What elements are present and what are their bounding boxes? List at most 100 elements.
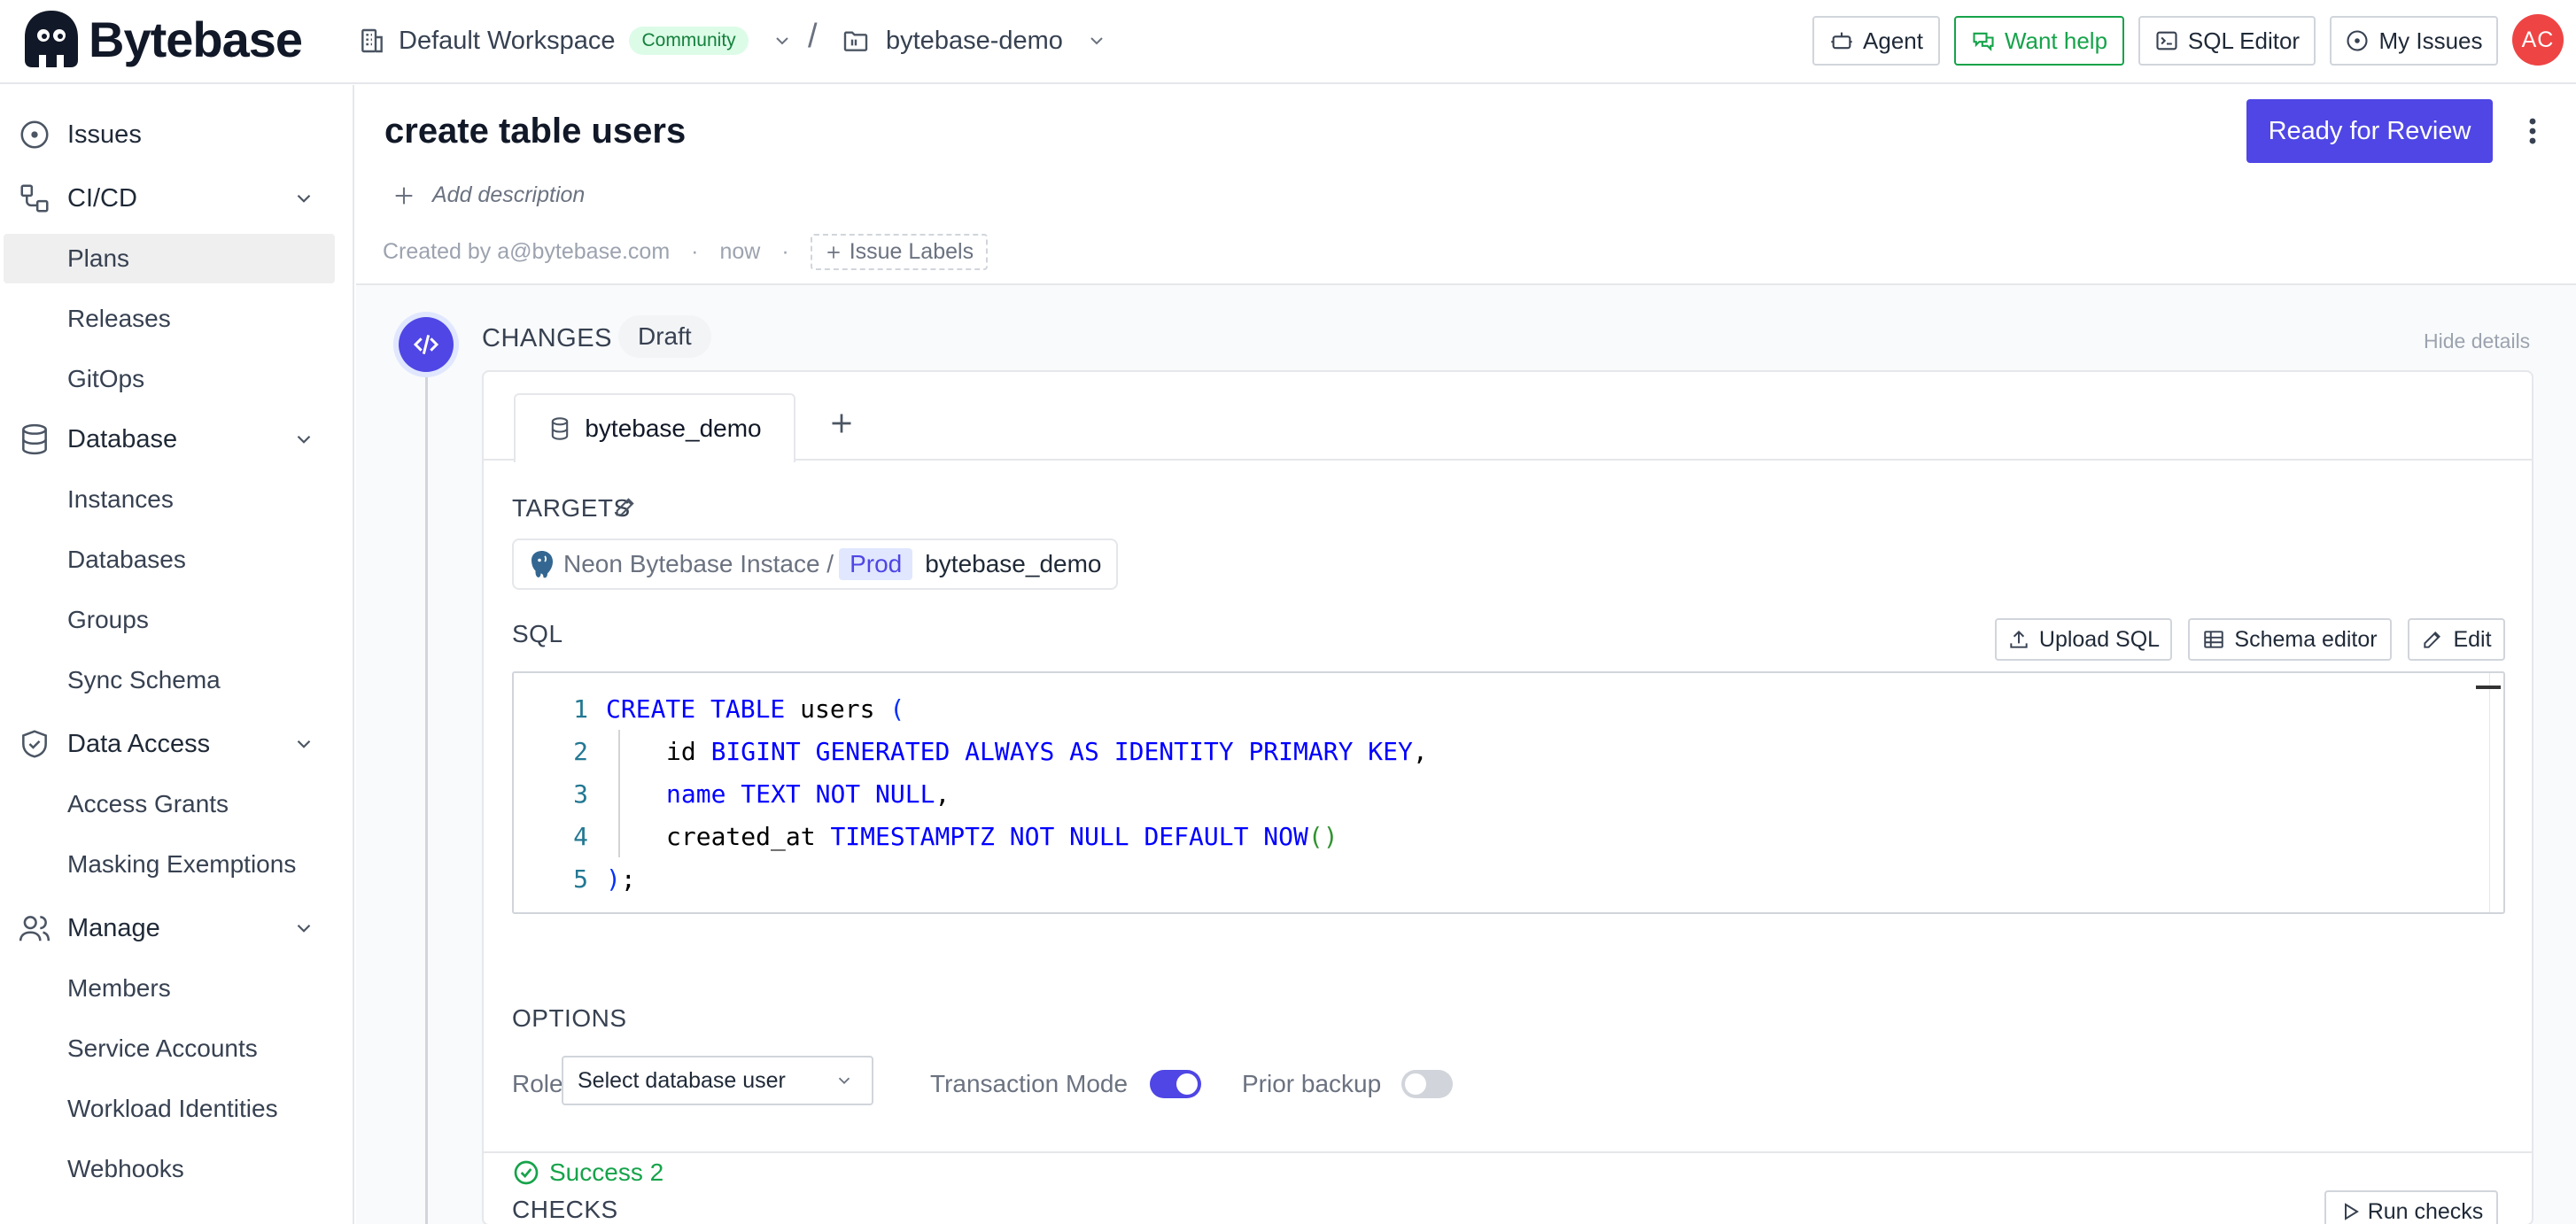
sql-editor-button[interactable]: SQL Editor	[2138, 16, 2316, 66]
code-line: 4 created_at TIMESTAMPTZ NOT NULL DEFAUL…	[514, 815, 2463, 857]
sql-identifier: created_at	[666, 821, 831, 851]
plus-icon[interactable]	[826, 407, 857, 439]
sidebar-item-gitops[interactable]: GitOps	[4, 354, 335, 404]
folder-icon	[843, 31, 868, 51]
sidebar-item-label: GitOps	[67, 365, 145, 392]
postgres-icon	[531, 551, 553, 578]
sidebar-item-workload-identities[interactable]: Workload Identities	[4, 1084, 335, 1134]
checks-heading: CHECKS	[512, 1196, 618, 1223]
sql-punctuation: ()	[1307, 821, 1338, 851]
checks-result-label: Success 2	[549, 1158, 664, 1186]
sql-editor-label: SQL Editor	[2187, 27, 2301, 54]
sql-punctuation: (	[889, 693, 905, 724]
sql-punctuation: ,	[1412, 736, 1428, 766]
tab-bytebase-demo[interactable]: bytebase_demo	[514, 393, 795, 462]
plan-details: CHANGES Draft Hide details bytebase_demo…	[356, 283, 2576, 1224]
spec-tabs: bytebase_demo	[484, 372, 2532, 462]
sidebar-item-groups[interactable]: Groups	[4, 595, 335, 645]
users-icon	[19, 916, 50, 941]
sidebar-item-label: Groups	[67, 606, 149, 633]
hide-details-link[interactable]: Hide details	[2424, 329, 2530, 353]
main-content: create table users Ready for Review Add …	[356, 85, 2576, 1224]
sidebar-item-masking-exemptions[interactable]: Masking Exemptions	[4, 840, 335, 889]
brand-logo[interactable]: Bytebase	[19, 7, 303, 71]
code-content: );	[606, 864, 636, 894]
sidebar-item-label: Masking Exemptions	[67, 850, 297, 878]
sql-identifier: id	[666, 736, 711, 766]
line-number: 3	[573, 779, 588, 809]
sidebar-group-cicd[interactable]: CI/CD	[0, 174, 353, 223]
sidebar-item-access-grants[interactable]: Access Grants	[4, 779, 335, 829]
issue-labels-button[interactable]: Issue Labels	[810, 234, 989, 270]
upload-sql-button[interactable]: Upload SQL	[1995, 618, 2172, 661]
environment-badge: Prod	[839, 548, 913, 580]
changes-card: bytebase_demo TARGETS Neon Bytebase Inst…	[482, 370, 2533, 1224]
sidebar-item-issues[interactable]: Issues	[0, 110, 353, 159]
issue-title[interactable]: create table users	[384, 112, 686, 151]
sidebar-item-sync-schema[interactable]: Sync Schema	[4, 655, 335, 705]
table-icon	[2204, 631, 2224, 648]
sql-editor[interactable]: 1 CREATE TABLE users ( 2 id BIGINT GENER…	[512, 671, 2505, 914]
sidebar-item-databases[interactable]: Databases	[4, 535, 335, 585]
edit-sql-button[interactable]: Edit	[2408, 618, 2505, 661]
code-line: 3 name TEXT NOT NULL,	[514, 772, 2463, 815]
section-divider	[484, 1151, 2532, 1153]
sidebar-group-manage[interactable]: Manage	[0, 903, 353, 953]
sql-keyword: name	[666, 779, 726, 809]
project-selector[interactable]: bytebase-demo	[842, 19, 1107, 62]
sidebar-group-label: Data Access	[67, 729, 211, 758]
upload-icon	[2010, 630, 2028, 648]
sidebar-item-label: Sync Schema	[67, 666, 221, 693]
target-database-chip[interactable]: Neon Bytebase Instace / Prod bytebase_de…	[512, 538, 1118, 590]
plus-icon	[827, 245, 840, 259]
plus-icon	[395, 187, 413, 204]
sql-identifier: users	[785, 693, 890, 724]
upload-sql-label: Upload SQL	[2038, 626, 2161, 652]
sidebar-group-data-access[interactable]: Data Access	[0, 719, 353, 769]
code-content: id BIGINT GENERATED ALWAYS AS IDENTITY P…	[666, 737, 1428, 766]
my-issues-button[interactable]: My Issues	[2330, 16, 2498, 66]
prior-backup-toggle[interactable]	[1401, 1070, 1453, 1098]
sidebar-item-service-accounts[interactable]: Service Accounts	[4, 1024, 335, 1073]
created-time: now	[719, 239, 761, 264]
sidebar-item-webhooks[interactable]: Webhooks	[4, 1144, 335, 1194]
more-vertical-icon[interactable]	[2518, 112, 2548, 151]
editor-scrollbar[interactable]	[2476, 673, 2503, 912]
add-description-button[interactable]: Add description	[392, 182, 585, 208]
ready-for-review-button[interactable]: Ready for Review	[2246, 99, 2493, 163]
code-line: 5 );	[514, 857, 2463, 900]
indent-guide	[618, 730, 620, 772]
agent-button-label: Agent	[1863, 27, 1923, 54]
circle-dot-icon	[20, 120, 49, 149]
code-icon	[413, 334, 439, 355]
toggle-knob	[1405, 1073, 1426, 1095]
role-select[interactable]: Select database user	[562, 1056, 873, 1105]
sidebar-group-database[interactable]: Database	[0, 414, 353, 464]
workspace-selector[interactable]: Default Workspace Community	[358, 19, 793, 62]
chevron-down-icon	[297, 740, 311, 748]
sidebar-item-instances[interactable]: Instances	[4, 475, 335, 524]
pencil-icon	[2424, 631, 2441, 648]
meta-separator: ·	[781, 239, 789, 264]
schema-editor-label: Schema editor	[2234, 626, 2378, 652]
shield-check-icon	[22, 730, 47, 758]
checks-success-status[interactable]: Success 2	[512, 1158, 663, 1187]
sidebar-item-members[interactable]: Members	[4, 964, 335, 1013]
schema-editor-button[interactable]: Schema editor	[2188, 618, 2392, 661]
sidebar-item-label: Instances	[67, 485, 174, 513]
user-avatar[interactable]: AC	[2512, 14, 2564, 66]
run-checks-button[interactable]: Run checks	[2324, 1190, 2498, 1224]
chevron-down-icon	[297, 194, 311, 203]
transaction-mode-toggle[interactable]	[1150, 1070, 1201, 1098]
agent-button[interactable]: Agent	[1812, 16, 1940, 66]
pencil-icon[interactable]	[613, 494, 638, 519]
want-help-button[interactable]: Want help	[1954, 16, 2124, 66]
code-content: created_at TIMESTAMPTZ NOT NULL DEFAULT …	[666, 822, 1338, 851]
tab-label: bytebase_demo	[585, 414, 762, 442]
timeline-line	[425, 367, 428, 1224]
sidebar-item-releases[interactable]: Releases	[4, 294, 335, 344]
sidebar-item-label: Releases	[67, 305, 171, 332]
sidebar-item-plans[interactable]: Plans	[4, 234, 335, 283]
line-number: 4	[573, 821, 588, 851]
sidebar-label: Issues	[67, 120, 142, 149]
